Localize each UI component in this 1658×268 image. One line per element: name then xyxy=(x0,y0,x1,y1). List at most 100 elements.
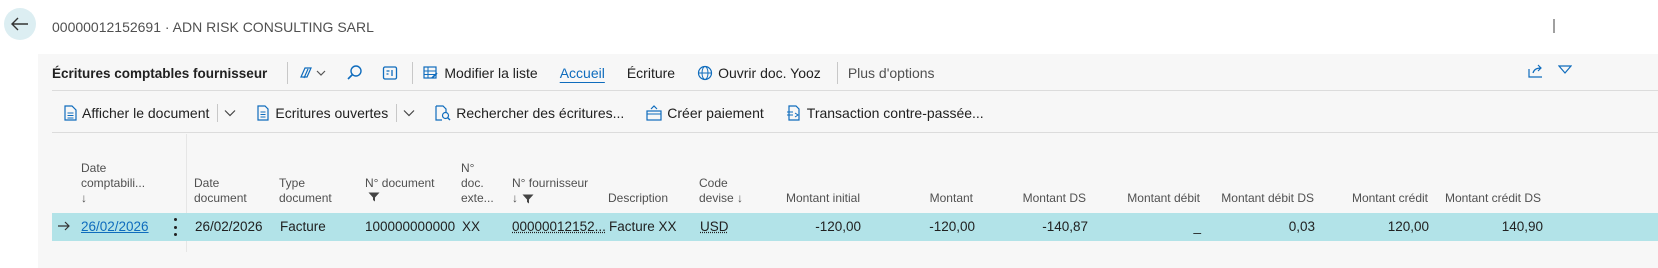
cell-debit-amount-lcy: 0,03 xyxy=(1288,219,1315,234)
arrow-left-icon xyxy=(11,17,28,31)
open-yooz-button[interactable]: Ouvrir doc. Yooz xyxy=(697,65,821,81)
divider xyxy=(52,90,1658,91)
list-title: Écritures comptables fournisseur xyxy=(52,65,268,81)
reverse-transaction-icon xyxy=(786,105,800,121)
header-line: doc. xyxy=(461,176,484,190)
header-line: exte... xyxy=(461,191,494,205)
search-button[interactable] xyxy=(346,64,364,82)
more-options-button[interactable]: Plus d'options xyxy=(848,65,935,81)
column-header-vendor-no[interactable]: N° fournisseur ↓ xyxy=(512,176,588,206)
column-header-debit-amount[interactable]: Montant débit xyxy=(1080,191,1200,206)
column-header-debit-amount-lcy[interactable]: Montant débit DS xyxy=(1184,191,1314,206)
header-line: Description xyxy=(608,191,669,205)
chevron-down-icon xyxy=(403,110,415,117)
header-line: N° document xyxy=(365,176,435,190)
tab-home[interactable]: Accueil xyxy=(560,65,605,81)
cell-amount: -120,00 xyxy=(929,219,975,234)
filter-pane-icon xyxy=(383,66,398,80)
cell-credit-amount-lcy: 140,90 xyxy=(1501,219,1543,234)
header-line: Type xyxy=(279,176,306,190)
column-header-original-amount[interactable]: Montant initial xyxy=(760,191,860,206)
open-yooz-label: Ouvrir doc. Yooz xyxy=(718,65,821,81)
row-indicator-arrow-icon xyxy=(58,221,70,231)
sort-descending-icon: ↓ xyxy=(512,191,518,205)
edit-list-label: Modifier la liste xyxy=(444,65,538,81)
column-header-document-type[interactable]: Type document xyxy=(279,176,332,206)
more-options-label: Plus d'options xyxy=(847,65,935,81)
header-line: devise ↓ xyxy=(699,191,744,205)
open-entries-button[interactable]: Ecritures ouvertes xyxy=(256,105,388,121)
column-header-description[interactable]: Description xyxy=(608,191,668,206)
column-header-amount[interactable]: Montant xyxy=(873,191,973,206)
share-icon[interactable] xyxy=(1528,64,1544,78)
reversed-transaction-label: Transaction contre-passée... xyxy=(806,105,984,121)
promoted-actions: Afficher le document Ecritures ouvertes … xyxy=(64,101,1006,125)
globe-icon xyxy=(697,65,713,81)
reversed-transaction-button[interactable]: Transaction contre-passée... xyxy=(786,105,984,121)
cell-external-doc: XX xyxy=(462,219,481,234)
show-document-button[interactable]: Afficher le document xyxy=(64,105,209,121)
column-header-document-date[interactable]: Date document xyxy=(194,176,247,206)
tab-posting-label: Écriture xyxy=(626,65,676,81)
funnel-icon xyxy=(368,192,380,202)
sort-descending-icon: ↓ xyxy=(81,191,87,205)
header-line: Date xyxy=(81,161,107,175)
vertical-bar-icon[interactable] xyxy=(1548,18,1560,34)
column-header-document-no[interactable]: N° document xyxy=(365,176,435,206)
edit-list-button[interactable]: Modifier la liste xyxy=(423,65,538,81)
open-entries-label: Ecritures ouvertes xyxy=(275,105,389,121)
find-entries-label: Rechercher des écritures... xyxy=(456,105,625,121)
header-line: comptabili... xyxy=(81,176,146,190)
open-entries-dropdown[interactable] xyxy=(403,109,415,117)
find-entries-button[interactable]: Rechercher des écritures... xyxy=(435,105,624,121)
chevron-down-icon xyxy=(224,110,236,117)
column-header-external-doc[interactable]: N° doc. exte... xyxy=(461,161,494,206)
cell-description: Facture XX xyxy=(609,219,677,234)
back-button[interactable] xyxy=(4,8,36,40)
page-header: 00000012152691 · ADN RISK CONSULTING SAR… xyxy=(0,0,1658,54)
divider xyxy=(412,62,414,84)
cell-vendor-no[interactable]: 00000012152... xyxy=(512,219,606,235)
cell-amount-lcy: -140,87 xyxy=(1042,219,1088,234)
payment-icon xyxy=(646,105,662,121)
cell-document-date: 26/02/2026 xyxy=(195,219,263,234)
find-document-icon xyxy=(435,105,451,121)
tab-home-label: Accueil xyxy=(559,65,605,81)
cell-document-no: 100000000000 xyxy=(365,219,456,234)
cell-credit-amount: 120,00 xyxy=(1387,219,1429,234)
divider xyxy=(52,132,1658,133)
row-menu-button[interactable] xyxy=(170,218,180,236)
cell-document-type: Facture xyxy=(280,219,326,234)
page-actions xyxy=(1528,64,1572,78)
divider xyxy=(836,62,838,84)
create-payment-label: Créer paiement xyxy=(667,105,764,121)
header-icons: ↓ xyxy=(512,191,588,206)
page-title: 00000012152691 · ADN RISK CONSULTING SAR… xyxy=(52,19,374,35)
column-header-currency[interactable]: Code devise ↓ xyxy=(699,176,743,206)
column-header-amount-lcy[interactable]: Montant DS xyxy=(986,191,1086,206)
cell-original-amount: -120,00 xyxy=(815,219,861,234)
create-payment-button[interactable]: Créer paiement xyxy=(646,105,764,121)
views-icon xyxy=(300,67,326,79)
show-document-label: Afficher le document xyxy=(82,105,210,121)
document-icon xyxy=(64,105,77,121)
tab-posting[interactable]: Écriture xyxy=(627,65,675,81)
filter-pane-button[interactable] xyxy=(382,65,398,81)
column-header-credit-amount-lcy[interactable]: Montant crédit DS xyxy=(1410,191,1541,206)
header-line: document xyxy=(194,191,247,205)
divider xyxy=(396,104,398,122)
cell-currency[interactable]: USD xyxy=(700,219,729,235)
views-menu-button[interactable] xyxy=(298,65,328,81)
header-line: document xyxy=(279,191,332,205)
filter-icon[interactable] xyxy=(1558,65,1572,77)
divider xyxy=(217,104,219,122)
cell-debit-amount: _ xyxy=(1193,219,1201,234)
column-header-posting-date[interactable]: Date comptabili... ↓ xyxy=(81,161,145,206)
divider xyxy=(287,62,289,84)
cell-posting-date[interactable]: 26/02/2026 xyxy=(81,219,149,235)
show-document-dropdown[interactable] xyxy=(224,109,236,117)
funnel-icon xyxy=(522,194,534,203)
action-bar: Écritures comptables fournisseur Modifie… xyxy=(52,60,957,86)
header-line: Code xyxy=(699,176,728,190)
edit-list-icon xyxy=(423,66,438,79)
